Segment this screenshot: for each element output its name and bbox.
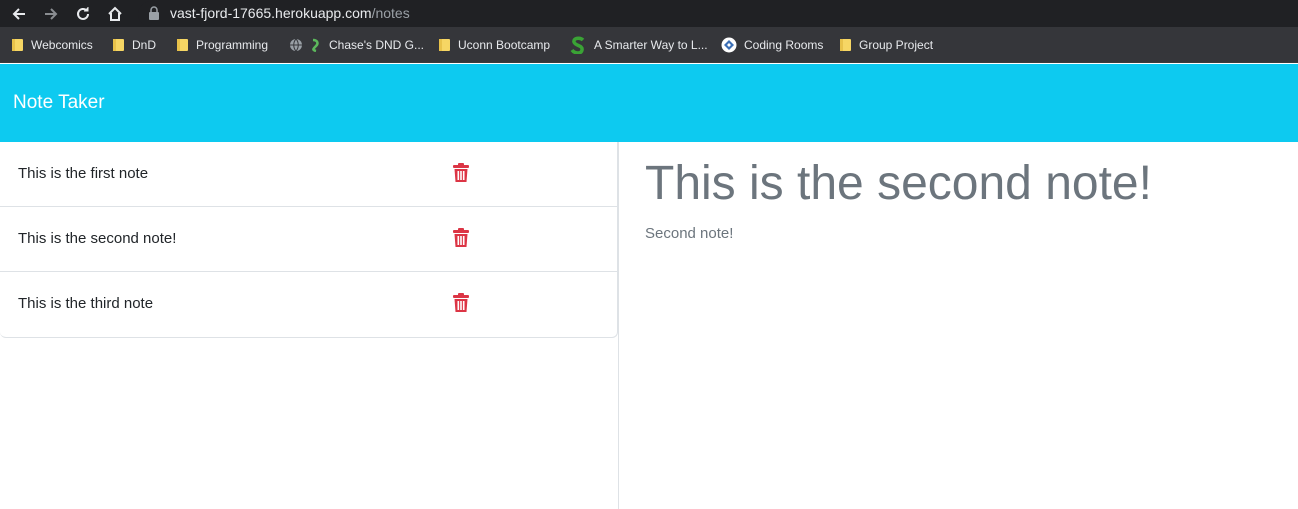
note-list-item[interactable]: This is the second note! [0, 207, 617, 272]
reload-button[interactable] [72, 3, 94, 25]
trash-icon[interactable] [452, 163, 470, 183]
bookmark-label: Group Project [859, 38, 934, 52]
lock-icon [149, 6, 159, 20]
url-host: vast-fjord-17665.herokuapp.com [170, 5, 372, 21]
bookmarks-bar: Webcomics DnD Programming Chase's DND G.… [0, 27, 1298, 63]
bookmark-group-project[interactable]: Group Project [840, 36, 933, 54]
note-list: This is the first note This is the secon… [0, 142, 618, 338]
url-text[interactable]: vast-fjord-17665.herokuapp.com/notes [170, 5, 410, 21]
bookmark-dnd[interactable]: DnD [113, 36, 156, 54]
folder-icon [840, 39, 851, 51]
bookmark-label: Chase's DND G... [329, 38, 424, 52]
bookmark-chases-dnd[interactable]: Chase's DND G... [289, 36, 424, 54]
bookmark-coding-rooms[interactable]: Coding Rooms [721, 36, 823, 54]
bookmark-programming[interactable]: Programming [177, 36, 268, 54]
url-path: /notes [371, 5, 410, 21]
note-item-title[interactable]: This is the second note! [18, 230, 176, 247]
note-list-item[interactable]: This is the third note [0, 272, 617, 337]
app-title[interactable]: Note Taker [13, 92, 105, 114]
bookmark-label: Programming [196, 38, 269, 52]
folder-icon [177, 39, 188, 51]
bookmark-smarter-way[interactable]: A Smarter Way to L... [569, 36, 708, 54]
folder-icon [12, 39, 23, 51]
reload-icon [77, 7, 89, 20]
bookmark-uconn-bootcamp[interactable]: Uconn Bootcamp [439, 36, 550, 54]
folder-icon [439, 39, 450, 51]
forward-button[interactable] [40, 3, 62, 25]
app-navbar: Note Taker [0, 64, 1298, 142]
back-button[interactable] [8, 3, 30, 25]
s-logo-icon [570, 36, 585, 54]
bookmark-label: A Smarter Way to L... [594, 38, 708, 52]
arrow-right-icon [45, 8, 58, 20]
note-list-item[interactable]: This is the first note [0, 142, 617, 207]
home-button[interactable] [104, 3, 126, 25]
browser-toolbar: vast-fjord-17665.herokuapp.com/notes [0, 0, 1298, 27]
bookmark-webcomics[interactable]: Webcomics [12, 36, 93, 54]
folder-icon [113, 39, 124, 51]
trash-icon[interactable] [452, 228, 470, 248]
bookmark-label: Webcomics [31, 38, 93, 52]
note-title-field[interactable]: This is the second note! [645, 156, 1152, 211]
note-view-pane: This is the second note! Second note! [619, 142, 1298, 509]
arrow-left-icon [12, 8, 25, 20]
trash-icon[interactable] [452, 293, 470, 313]
coding-rooms-icon [721, 37, 737, 53]
bookmark-label: Uconn Bootcamp [458, 38, 551, 52]
bookmark-label: Coding Rooms [744, 38, 824, 52]
note-item-title[interactable]: This is the third note [18, 295, 153, 312]
note-text-field[interactable]: Second note! [645, 225, 733, 242]
note-item-title[interactable]: This is the first note [18, 165, 148, 182]
bookmark-label: DnD [132, 38, 157, 52]
note-list-pane: This is the first note This is the secon… [0, 142, 619, 509]
dragon-icon [312, 38, 319, 52]
home-icon [108, 6, 122, 21]
globe-icon [290, 38, 302, 52]
